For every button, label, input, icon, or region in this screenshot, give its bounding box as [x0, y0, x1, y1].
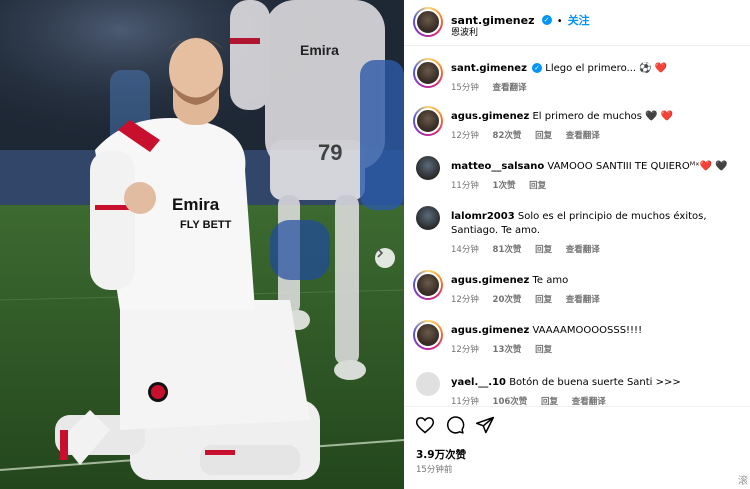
comment-time: 15分钟 — [451, 83, 479, 93]
post-actions: 3.9万次赞 15分钟前 — [404, 406, 750, 489]
commenter-avatar[interactable] — [413, 320, 443, 350]
see-translation-link[interactable]: 查看翻译 — [572, 397, 606, 405]
comment-body: agus.gimenez VAAAAMOOOOSSS!!!! — [451, 324, 741, 338]
commenter-avatar[interactable] — [416, 206, 440, 230]
comment-username[interactable]: sant.gimenez — [451, 63, 527, 74]
svg-text:Emira: Emira — [300, 42, 339, 58]
comment-text: VAMOOO SANTIII TE QUIEROᴹˣ❤️ 🖤 — [547, 161, 728, 172]
reply-button[interactable]: 回复 — [535, 245, 552, 255]
see-translation-link[interactable]: 查看翻译 — [566, 245, 600, 255]
comment-text: VAAAAMOOOOSSS!!!! — [532, 325, 643, 336]
comment-body: lalomr2003 Solo es el principio de mucho… — [451, 210, 741, 238]
comment-text: Llego el primero... ⚽ ❤️ — [545, 63, 668, 74]
comment-username[interactable]: agus.gimenez — [451, 325, 529, 336]
reply-button[interactable]: 回复 — [529, 181, 546, 191]
comment-meta: 11分钟 1次赞 回复 — [451, 179, 557, 191]
see-translation-link[interactable]: 查看翻译 — [493, 83, 527, 93]
post-details-panel: sant.gimenez ✓ • 关注 恩波利 sant.gimenez ✓ L… — [404, 0, 750, 489]
comment-meta: 15分钟 查看翻译 — [451, 81, 538, 93]
post-location[interactable]: 恩波利 — [451, 25, 478, 38]
verified-badge-icon: ✓ — [541, 14, 552, 25]
comment-username[interactable]: yael.__.10 — [451, 377, 506, 388]
comment-body: matteo__salsano VAMOOO SANTIII TE QUIERO… — [451, 160, 741, 174]
see-translation-link[interactable]: 查看翻译 — [566, 295, 600, 305]
chevron-right-icon — [377, 248, 384, 258]
comment-body: yael.__.10 Botón de buena suerte Santi >… — [451, 376, 741, 390]
see-translation-link[interactable]: 查看翻译 — [566, 131, 600, 141]
svg-text:FLY BETT: FLY BETT — [180, 219, 232, 231]
author-avatar[interactable] — [413, 7, 443, 37]
comment-meta: 12分钟 82次赞 回复 查看翻译 — [451, 129, 611, 141]
corner-mark: 滚 — [738, 476, 748, 487]
reply-button[interactable]: 回复 — [541, 397, 558, 405]
post-header: sant.gimenez ✓ • 关注 恩波利 — [404, 0, 750, 46]
comment-username[interactable]: lalomr2003 — [451, 211, 515, 222]
reply-button[interactable]: 回复 — [535, 345, 552, 355]
comment-likes[interactable]: 20次赞 — [493, 295, 522, 305]
comment-body: sant.gimenez ✓ Llego el primero... ⚽ ❤️ — [451, 62, 741, 76]
follow-button[interactable]: 关注 — [568, 14, 590, 27]
comment-likes[interactable]: 82次赞 — [493, 131, 522, 141]
comment-username[interactable]: agus.gimenez — [451, 275, 529, 286]
comment-body: agus.gimenez El primero de muchos 🖤 ❤️ — [451, 110, 741, 124]
comment-time: 11分钟 — [451, 181, 479, 191]
svg-text:Emira: Emira — [172, 195, 220, 214]
reply-button[interactable]: 回复 — [535, 295, 552, 305]
comment-text: El primero de muchos 🖤 ❤️ — [532, 111, 674, 122]
commenter-avatar[interactable] — [413, 106, 443, 136]
like-count[interactable]: 3.9万次赞 — [416, 447, 466, 462]
commenter-avatar[interactable] — [413, 58, 443, 88]
commenter-avatar[interactable] — [413, 270, 443, 300]
reply-button[interactable]: 回复 — [535, 131, 552, 141]
commenter-avatar[interactable] — [416, 156, 440, 180]
comment-time: 14分钟 — [451, 245, 479, 255]
comment-time: 12分钟 — [451, 295, 479, 305]
comment-likes[interactable]: 81次赞 — [493, 245, 522, 255]
comment-icon[interactable] — [445, 415, 465, 435]
comment-meta: 11分钟 106次赞 回复 查看翻译 — [451, 395, 617, 405]
comment-text: Te amo — [532, 275, 569, 286]
comment-meta: 12分钟 20次赞 回复 查看翻译 — [451, 293, 611, 305]
svg-text:79: 79 — [318, 140, 342, 165]
comment-likes[interactable]: 13次赞 — [493, 345, 522, 355]
share-icon[interactable] — [475, 415, 495, 435]
comment-text: Botón de buena suerte Santi >>> — [509, 377, 681, 388]
comment-likes[interactable]: 106次赞 — [493, 397, 528, 405]
comments-list: sant.gimenez ✓ Llego el primero... ⚽ ❤️ … — [404, 50, 750, 405]
verified-badge-icon: ✓ — [532, 63, 543, 73]
carousel-next-button[interactable] — [375, 248, 395, 268]
comment-meta: 14分钟 81次赞 回复 查看翻译 — [451, 243, 611, 255]
comment-time: 12分钟 — [451, 131, 479, 141]
post-time: 15分钟前 — [416, 465, 453, 475]
separator-dot: • — [556, 16, 563, 27]
comment-meta: 12分钟 13次赞 回复 — [451, 343, 563, 355]
post-photo: Emira 79 Emira FLY BETT — [0, 0, 404, 489]
commenter-avatar[interactable] — [416, 372, 440, 396]
heart-icon[interactable] — [415, 415, 435, 435]
player-celebration-image: Emira 79 Emira FLY BETT — [0, 0, 404, 489]
comment-time: 12分钟 — [451, 345, 479, 355]
comment-username[interactable]: matteo__salsano — [451, 161, 544, 172]
comment-time: 11分钟 — [451, 397, 479, 405]
comment-likes[interactable]: 1次赞 — [493, 181, 516, 191]
comment-username[interactable]: agus.gimenez — [451, 111, 529, 122]
comment-body: agus.gimenez Te amo — [451, 274, 741, 288]
